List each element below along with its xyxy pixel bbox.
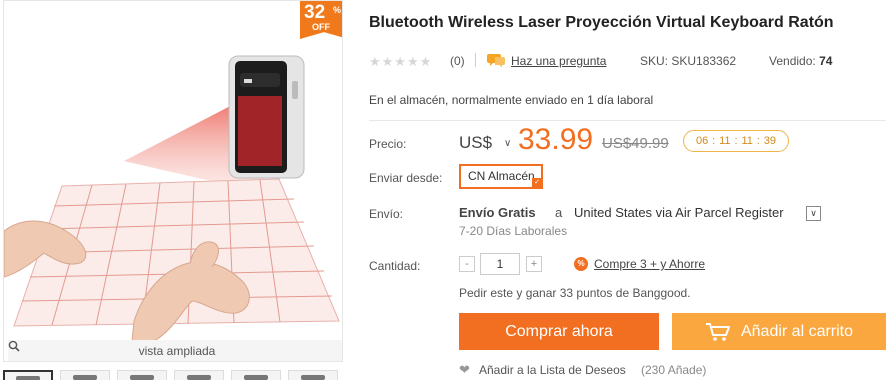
sku-value: SKU183362 <box>671 54 737 68</box>
sold-value: 74 <box>819 54 833 68</box>
quantity-input[interactable] <box>480 253 520 275</box>
rating-stars-icon[interactable]: ★★★★★ <box>369 54 432 70</box>
review-count[interactable]: (0) <box>450 54 465 68</box>
sold-info: Vendido: 74 <box>769 54 832 68</box>
main-product-image[interactable]: 32 % OFF vista ampliada <box>3 0 343 362</box>
original-price: US$49.99 <box>602 135 669 152</box>
zoom-view-label: vista ampliada <box>138 344 216 358</box>
discount-percent-sign: % <box>333 5 342 15</box>
currency-selector[interactable]: US$ <box>459 133 492 153</box>
shipping-label: Envío: <box>369 207 404 221</box>
discount-percent-icon: % <box>574 257 588 271</box>
thumbnail[interactable] <box>60 370 110 380</box>
warehouse-option-label: CN Almacén <box>468 169 535 183</box>
stock-status: En el almacén, normalmente enviado en 1 … <box>369 93 654 107</box>
price-label: Precio: <box>369 137 407 151</box>
product-meta-row: ★★★★★ (0) Haz una pregunta SKU: SKU18336… <box>369 52 886 70</box>
buy-now-label: Comprar ahora <box>505 322 613 340</box>
countdown-separator: : <box>734 135 738 147</box>
current-price: 33.99 <box>518 123 594 156</box>
sku-label: SKU: <box>640 54 669 68</box>
warehouse-option-cn[interactable]: CN Almacén ✓ <box>459 164 543 189</box>
countdown-minutes: 11 <box>741 135 753 147</box>
free-shipping: Envío Gratis <box>459 205 536 220</box>
wishlist-count: (230 Añade) <box>641 363 707 377</box>
zoom-view-button[interactable]: vista ampliada <box>8 340 342 361</box>
thumbnail[interactable] <box>288 370 338 380</box>
ask-question-link[interactable]: Haz una pregunta <box>511 54 606 68</box>
shipping-to-word: a <box>555 205 563 220</box>
bulk-discount-link[interactable]: Compre 3 + y Ahorre <box>594 257 705 271</box>
countdown-days: 06 <box>695 135 709 147</box>
shipping-destination[interactable]: United States via Air Parcel Register <box>574 205 784 220</box>
sku-info: SKU: SKU183362 <box>640 54 736 68</box>
heart-icon: ❤ <box>459 362 470 377</box>
shipping-days: 7-20 Días Laborales <box>459 224 568 238</box>
thumbnail[interactable] <box>117 370 167 380</box>
points-info: Pedir este y ganar 33 puntos de Banggood… <box>459 286 691 300</box>
quantity-increase-button[interactable]: + <box>526 256 542 272</box>
countdown-separator: : <box>712 135 716 147</box>
thumbnail[interactable] <box>231 370 281 380</box>
chevron-down-icon[interactable]: ∨ <box>504 138 511 149</box>
wishlist-label[interactable]: Añadir a la Lista de Deseos <box>479 363 626 377</box>
check-icon: ✓ <box>532 178 542 188</box>
question-bubble-icon <box>487 54 505 68</box>
add-to-cart-button[interactable]: Añadir al carrito <box>672 313 886 350</box>
product-gallery: 32 % OFF vista ampliada <box>0 0 345 380</box>
thumbnail-strip <box>3 370 343 380</box>
countdown-separator: : <box>756 135 760 147</box>
sale-countdown: 06 : 11 : 11 : 39 <box>683 130 789 152</box>
discount-off-label: OFF <box>312 22 330 32</box>
chevron-down-icon[interactable]: ∨ <box>806 206 821 221</box>
countdown-hours: 11 <box>719 135 731 147</box>
discount-badge: 32 % OFF <box>300 1 342 39</box>
thumbnail[interactable] <box>3 370 53 380</box>
magnifier-icon <box>8 340 20 352</box>
cart-icon <box>705 322 730 341</box>
buy-now-button[interactable]: Comprar ahora <box>459 313 659 350</box>
keyboard-projection-illustration <box>4 55 340 341</box>
product-title: Bluetooth Wireless Laser Proyección Virt… <box>369 14 834 31</box>
discount-percent: 32 <box>304 2 326 23</box>
meta-divider <box>475 53 476 67</box>
add-to-cart-label: Añadir al carrito <box>740 322 854 340</box>
countdown-seconds: 39 <box>763 135 777 147</box>
section-divider <box>369 120 886 121</box>
ship-from-label: Enviar desde: <box>369 171 443 185</box>
sold-label: Vendido: <box>769 54 816 68</box>
thumbnail[interactable] <box>174 370 224 380</box>
quantity-label: Cantidad: <box>369 259 421 273</box>
product-info-panel: Bluetooth Wireless Laser Proyección Virt… <box>369 0 886 380</box>
quantity-decrease-button[interactable]: - <box>459 256 475 272</box>
